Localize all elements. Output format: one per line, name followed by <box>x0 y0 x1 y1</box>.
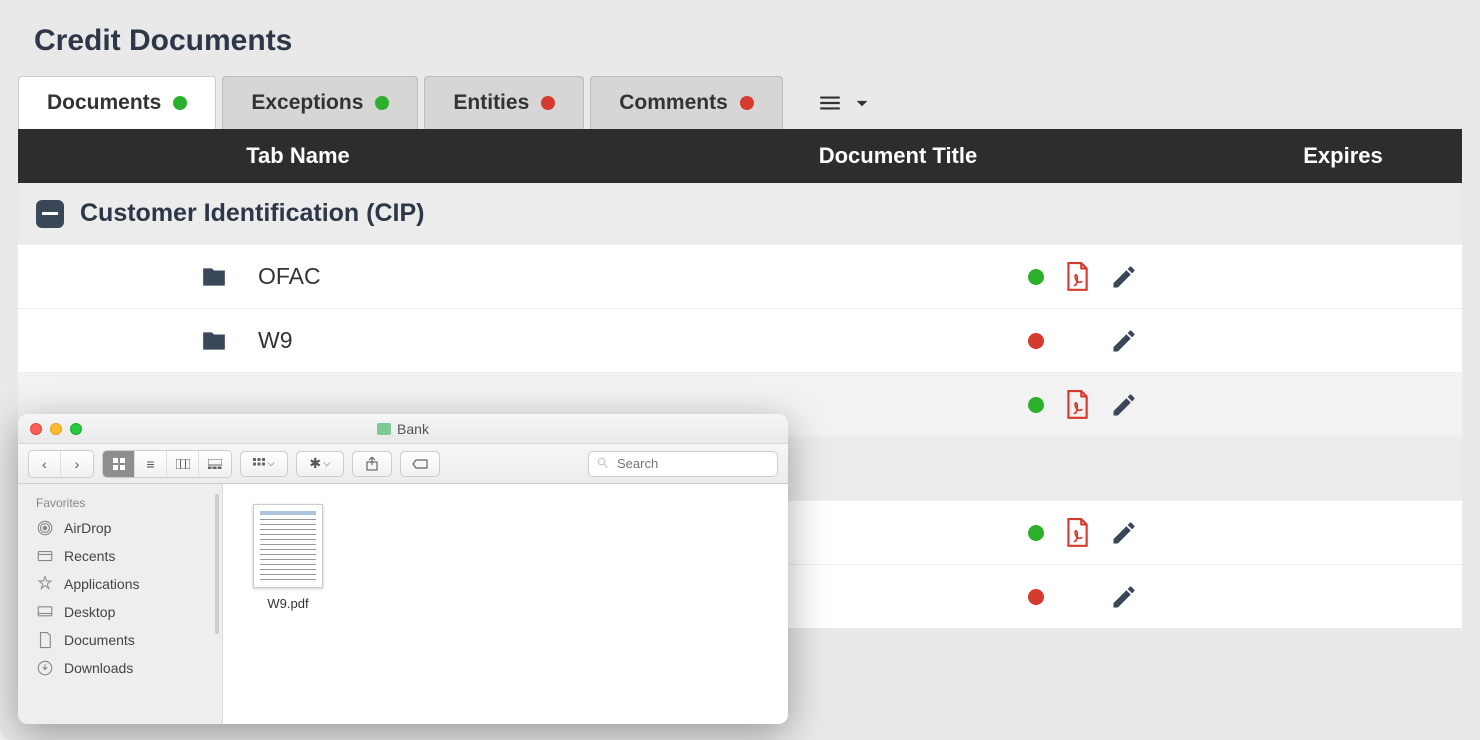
table-row[interactable]: W9 <box>18 308 1462 372</box>
forward-button[interactable]: › <box>61 451 93 477</box>
tab-comments-label: Comments <box>619 91 728 115</box>
search-input[interactable] <box>588 451 778 477</box>
icon-view-button[interactable] <box>103 451 135 477</box>
file-thumbnail <box>253 504 323 588</box>
share-button[interactable] <box>352 451 392 477</box>
finder-window[interactable]: Bank ‹ › ≡ ⌵ ✱ ⌵ Favorites AirDrop <box>18 414 788 724</box>
tags-button[interactable] <box>400 451 440 477</box>
group-title: Customer Identification (CIP) <box>80 199 424 228</box>
tab-exceptions-label: Exceptions <box>251 91 363 115</box>
search-icon <box>596 456 610 470</box>
column-view-button[interactable] <box>167 451 199 477</box>
column-tab-name: Tab Name <box>18 143 578 169</box>
folder-icon <box>377 423 391 435</box>
desktop-icon <box>36 603 54 621</box>
gallery-view-button[interactable] <box>199 451 231 477</box>
status-dot-icon <box>1028 333 1044 349</box>
file-label: W9.pdf <box>243 596 333 611</box>
row-name-label: W9 <box>258 327 293 354</box>
hamburger-icon <box>817 90 843 116</box>
sidebar-item-recents[interactable]: Recents <box>18 542 222 570</box>
airdrop-icon <box>36 519 54 537</box>
finder-content[interactable]: W9.pdf <box>223 484 788 724</box>
view-buttons: ≡ <box>102 450 232 478</box>
sidebar-item-applications[interactable]: Applications <box>18 570 222 598</box>
documents-icon <box>36 631 54 649</box>
maximize-icon[interactable] <box>70 423 82 435</box>
sidebar-item-label: Documents <box>64 632 135 648</box>
back-button[interactable]: ‹ <box>29 451 61 477</box>
window-controls <box>30 423 82 435</box>
sidebar-item-documents[interactable]: Documents <box>18 626 222 654</box>
sidebar-item-desktop[interactable]: Desktop <box>18 598 222 626</box>
tab-documents[interactable]: Documents <box>18 76 216 129</box>
close-icon[interactable] <box>30 423 42 435</box>
column-expires: Expires <box>1218 143 1468 169</box>
table-header: Tab Name Document Title Expires <box>18 129 1462 183</box>
edit-icon[interactable] <box>1110 263 1138 291</box>
applications-icon <box>36 575 54 593</box>
sidebar-item-downloads[interactable]: Downloads <box>18 654 222 682</box>
minimize-icon[interactable] <box>50 423 62 435</box>
pdf-icon[interactable] <box>1064 518 1090 548</box>
menu-dropdown-button[interactable] <box>817 90 875 116</box>
table-row[interactable]: OFAC <box>18 244 1462 308</box>
downloads-icon <box>36 659 54 677</box>
list-view-button[interactable]: ≡ <box>135 451 167 477</box>
recents-icon <box>36 547 54 565</box>
sidebar-item-label: Recents <box>64 548 115 564</box>
sidebar-item-label: Desktop <box>64 604 115 620</box>
status-dot-icon <box>1028 589 1044 605</box>
finder-title-text: Bank <box>397 421 429 437</box>
tab-entities[interactable]: Entities <box>424 76 584 129</box>
edit-icon[interactable] <box>1110 391 1138 419</box>
row-name-label: OFAC <box>258 263 321 290</box>
pdf-icon[interactable] <box>1064 390 1090 420</box>
tab-entities-label: Entities <box>453 91 529 115</box>
finder-titlebar[interactable]: Bank <box>18 414 788 444</box>
edit-icon[interactable] <box>1110 583 1138 611</box>
search-field[interactable] <box>588 451 778 477</box>
arrange-button[interactable]: ⌵ <box>240 451 288 477</box>
tab-documents-label: Documents <box>47 91 161 115</box>
status-dot-icon <box>1028 269 1044 285</box>
page-title: Credit Documents <box>0 0 1480 76</box>
group-row[interactable]: Customer Identification (CIP) <box>18 183 1462 244</box>
folder-icon <box>198 264 230 290</box>
pdf-icon[interactable] <box>1064 262 1090 292</box>
edit-icon[interactable] <box>1110 327 1138 355</box>
collapse-icon[interactable] <box>36 200 64 228</box>
sidebar-item-label: AirDrop <box>64 520 111 536</box>
finder-title: Bank <box>377 421 429 437</box>
edit-icon[interactable] <box>1110 519 1138 547</box>
status-dot-icon <box>173 96 187 110</box>
status-dot-icon <box>1028 525 1044 541</box>
sidebar-item-label: Applications <box>64 576 140 592</box>
finder-sidebar: Favorites AirDrop Recents Applications D… <box>18 484 223 724</box>
column-doc-title: Document Title <box>578 143 1218 169</box>
status-dot-icon <box>541 96 555 110</box>
nav-buttons: ‹ › <box>28 450 94 478</box>
tabs-bar: Documents Exceptions Entities Comments <box>0 76 1480 129</box>
status-dot-icon <box>740 96 754 110</box>
file-item[interactable]: W9.pdf <box>243 504 333 611</box>
sidebar-header: Favorites <box>18 492 222 514</box>
tab-comments[interactable]: Comments <box>590 76 783 129</box>
sidebar-item-label: Downloads <box>64 660 133 676</box>
status-dot-icon <box>375 96 389 110</box>
status-dot-icon <box>1028 397 1044 413</box>
tab-exceptions[interactable]: Exceptions <box>222 76 418 129</box>
finder-toolbar: ‹ › ≡ ⌵ ✱ ⌵ <box>18 444 788 484</box>
sidebar-item-airdrop[interactable]: AirDrop <box>18 514 222 542</box>
action-button[interactable]: ✱ ⌵ <box>296 451 344 477</box>
folder-icon <box>198 328 230 354</box>
chevron-down-icon <box>849 90 875 116</box>
